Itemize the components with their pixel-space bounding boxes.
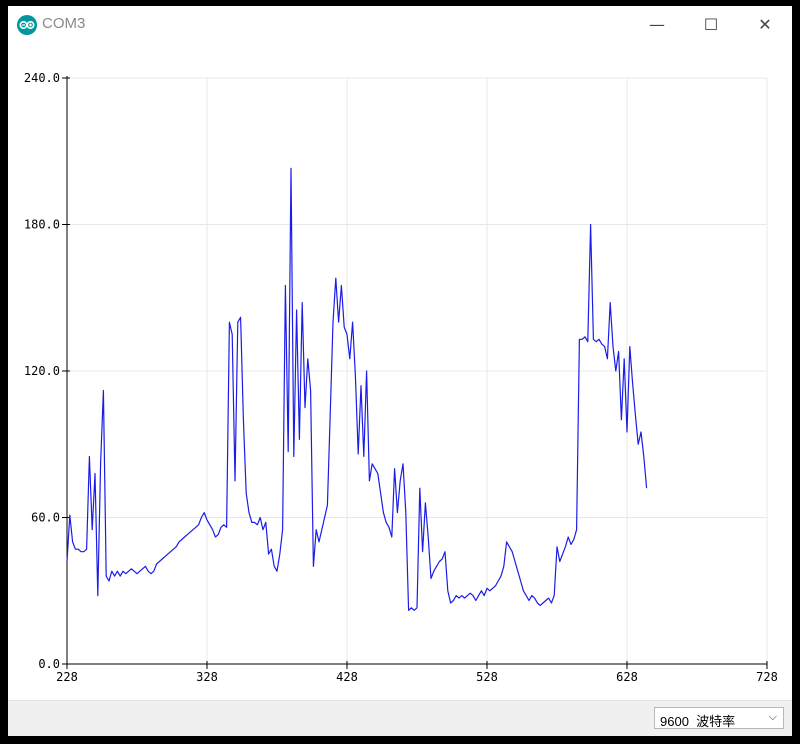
serial-plot-chart: 0.0 60.0 120.0 180.0 240.0 228 328 428 528 628 728 xyxy=(24,71,778,684)
y-tick-label: 240.0 xyxy=(24,71,60,85)
x-tick-label: 428 xyxy=(336,670,358,684)
baud-rate-unit: 波特率 xyxy=(696,714,736,729)
serial-plotter-window: COM3 — ☐ ✕ 0.0 60.0 120.0 180.0 240.0 228 328 4… xyxy=(8,6,792,736)
x-tick-label: 328 xyxy=(196,670,218,684)
y-tick-label: 180.0 xyxy=(24,218,60,232)
minimize-icon: — xyxy=(649,14,665,34)
y-tick-label: 60.0 xyxy=(31,511,60,525)
baud-rate-label: 9600 波特率 xyxy=(660,711,735,730)
bottom-toolbar: 9600 波特率 ⌵ xyxy=(8,700,792,736)
x-tick-label: 228 xyxy=(56,670,78,684)
series-line xyxy=(66,167,648,611)
x-tick-label: 528 xyxy=(476,670,498,684)
baud-rate-value: 9600 xyxy=(660,714,689,729)
baud-rate-select[interactable]: 9600 波特率 ⌵ xyxy=(654,707,784,729)
maximize-button[interactable]: ☐ xyxy=(688,6,734,42)
x-tick-label: 628 xyxy=(616,670,638,684)
close-icon: ✕ xyxy=(758,14,772,34)
title-bar: COM3 — ☐ ✕ xyxy=(8,6,792,44)
chevron-down-icon: ⌵ xyxy=(768,710,777,723)
window-title: COM3 xyxy=(42,15,86,32)
plot-area: 0.0 60.0 120.0 180.0 240.0 228 328 428 528 628 728 xyxy=(8,44,792,700)
close-button[interactable]: ✕ xyxy=(742,6,788,42)
arduino-icon xyxy=(17,15,37,35)
minimize-button[interactable]: — xyxy=(634,6,680,42)
y-tick-label: 120.0 xyxy=(24,364,60,378)
x-tick-label: 728 xyxy=(756,670,778,684)
y-tick-label: 0.0 xyxy=(38,657,60,671)
maximize-icon: ☐ xyxy=(703,14,719,34)
